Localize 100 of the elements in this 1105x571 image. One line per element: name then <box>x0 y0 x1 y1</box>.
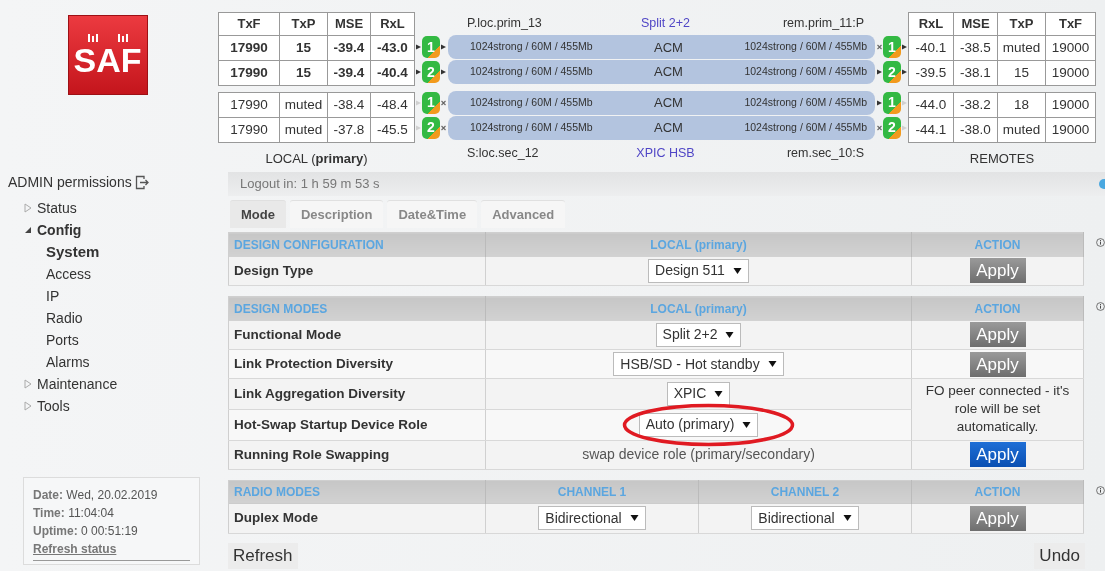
logout-timer: Logout in: 1 h 59 m 53 s <box>240 175 380 194</box>
dropdown[interactable]: Design 511 <box>648 258 749 283</box>
column-header: ACTION <box>911 480 1084 505</box>
nav-item[interactable]: Config <box>37 219 82 241</box>
info-note: FO peer connected - it's role will be set automatically. <box>924 382 1071 437</box>
dropdown[interactable]: Bidirectional <box>538 506 646 531</box>
nav-item[interactable]: System <box>46 240 100 264</box>
nav-item[interactable]: Access <box>46 263 92 285</box>
column-header: RxL <box>908 12 954 36</box>
table-cell: muted <box>279 92 328 118</box>
field-label: Duplex Mode <box>228 504 486 534</box>
apply-button[interactable]: Apply <box>969 351 1026 377</box>
channel-badge: 2 <box>422 61 440 84</box>
table-cell: -45.5 <box>370 117 415 143</box>
channel-badge: 1 <box>883 91 901 114</box>
table-cell: muted <box>997 35 1046 61</box>
field-label: Running Role Swapping <box>228 440 486 470</box>
table-cell: -44.1 <box>908 117 954 143</box>
channel-badge: 1 <box>422 91 440 114</box>
link-mode: ACM <box>653 38 684 57</box>
caret-icon <box>732 266 742 275</box>
caret-icon <box>842 514 852 523</box>
column-header: TxF <box>218 12 280 36</box>
table-cell: -38.5 <box>953 35 998 61</box>
status-value: 0 00:51:19 <box>81 524 138 538</box>
table-cell: 18 <box>997 92 1046 118</box>
table-cell: 17990 <box>218 60 280 86</box>
nav-item[interactable]: Ports <box>46 329 79 351</box>
nav-item[interactable]: Maintenance <box>37 373 118 395</box>
table-cell: 19000 <box>1045 60 1096 86</box>
table-cell: muted <box>279 117 328 143</box>
column-header: CHANNEL 1 <box>485 480 699 505</box>
link-profile: 1024strong / 60M / 455Mb <box>470 39 594 55</box>
undo-button[interactable]: Undo <box>1034 542 1085 569</box>
dropdown[interactable]: HSB/SD - Hot standby <box>613 352 784 376</box>
field-label: Functional Mode <box>228 320 486 350</box>
table-cell: -39.5 <box>908 60 954 86</box>
status-value: 11:04:04 <box>68 506 114 520</box>
nav-item[interactable]: Status <box>37 197 77 219</box>
table-cell: 19000 <box>1045 35 1096 61</box>
status-label: Uptime: <box>33 524 78 538</box>
caret-icon <box>767 360 777 368</box>
table-cell: -40.4 <box>370 60 415 86</box>
status-value: Wed, 20.02.2019 <box>66 488 158 502</box>
nav-item[interactable]: Alarms <box>46 351 90 373</box>
table-cell: -48.4 <box>370 92 415 118</box>
table-cell: -38.2 <box>953 92 998 118</box>
column-header: RADIO MODES <box>228 480 486 505</box>
dropdown[interactable]: Auto (primary) <box>638 412 759 437</box>
column-header: MSE <box>327 12 371 36</box>
column-header: LOCAL (primary) <box>485 296 912 321</box>
dropdown[interactable]: Split 2+2 <box>655 322 742 347</box>
status-label: Time: <box>33 506 65 520</box>
apply-button[interactable]: Apply <box>969 442 1026 468</box>
link-mode: ACM <box>653 118 684 137</box>
caret-icon <box>714 389 724 398</box>
table-caption: REMOTES <box>969 150 1035 168</box>
link-profile: 1024strong / 60M / 455Mb <box>470 64 594 80</box>
table-cell: 15 <box>279 60 328 86</box>
table-cell: 17990 <box>218 117 280 143</box>
table-cell: -44.0 <box>908 92 954 118</box>
channel-badge: 2 <box>422 116 440 139</box>
link-label: rem.prim_11:P <box>781 15 864 33</box>
info-icon <box>1096 235 1105 250</box>
link-profile: 1024strong / 60M / 455Mb <box>743 119 867 135</box>
link-mode: ACM <box>653 94 684 113</box>
column-header: TxP <box>279 12 328 36</box>
table-cell: muted <box>997 117 1046 143</box>
link-profile: 1024strong / 60M / 455Mb <box>743 64 867 80</box>
dropdown[interactable]: Bidirectional <box>751 506 859 531</box>
column-header: TxP <box>997 12 1046 36</box>
table-cell: 17990 <box>218 92 280 118</box>
table-cell: 15 <box>997 60 1046 86</box>
apply-button[interactable]: Apply <box>969 258 1026 284</box>
info-icon <box>1096 299 1105 314</box>
tab[interactable]: Mode <box>230 200 286 228</box>
column-header: DESIGN MODES <box>228 296 486 321</box>
field-text: swap device role (primary/secondary) <box>582 446 815 463</box>
link-profile: 1024strong / 60M / 455Mb <box>743 39 867 55</box>
nav-item[interactable]: IP <box>46 285 60 307</box>
refresh-button[interactable]: Refresh <box>228 542 298 569</box>
apply-button[interactable]: Apply <box>969 322 1026 348</box>
field-label: Link Aggregation Diversity <box>228 378 486 410</box>
nav-item[interactable]: Radio <box>46 307 83 329</box>
link-label: rem.sec_10:S <box>785 145 864 163</box>
table-cell: -38.1 <box>953 60 998 86</box>
link-profile: 1024strong / 60M / 455Mb <box>743 95 867 110</box>
table-cell: -38.4 <box>327 92 371 118</box>
dropdown[interactable]: XPIC <box>666 381 731 406</box>
link-mode-label: Split 2+2 <box>640 15 691 33</box>
logo: SAF <box>67 15 148 95</box>
link-mode-label: XPIC HSB <box>635 145 696 163</box>
field-label: Link Protection Diversity <box>228 349 486 379</box>
table-cell: -43.0 <box>370 35 415 61</box>
refresh-status-link[interactable]: Refresh status <box>33 540 190 561</box>
apply-button[interactable]: Apply <box>969 505 1026 531</box>
link-mode: ACM <box>653 63 684 82</box>
caret-icon <box>725 330 735 339</box>
nav-item[interactable]: Tools <box>37 395 70 417</box>
channel-badge: 1 <box>422 36 440 59</box>
